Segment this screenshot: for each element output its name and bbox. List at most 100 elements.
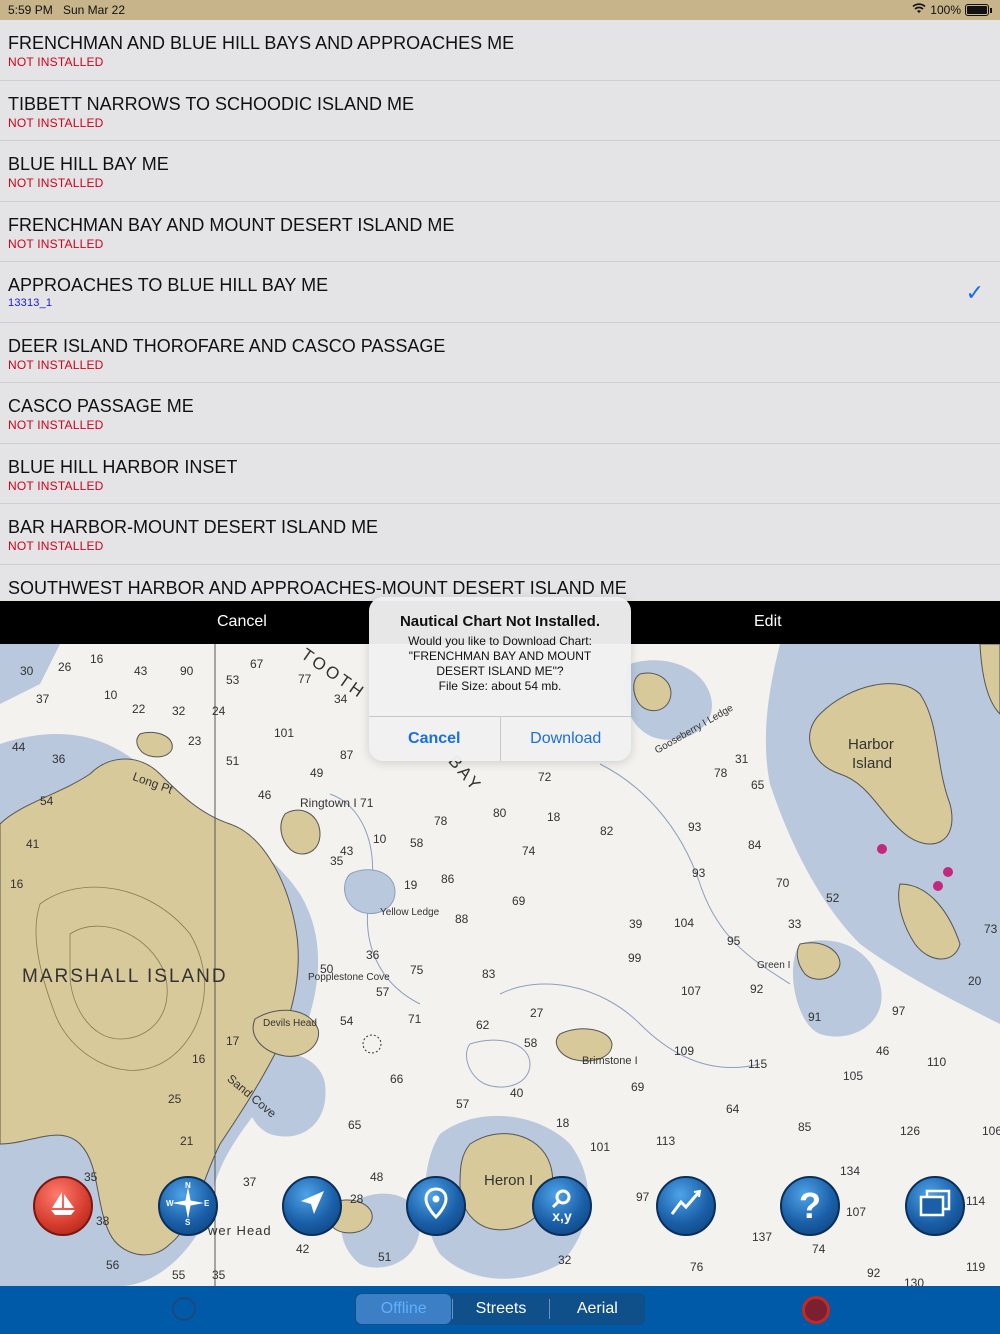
map-pin-icon	[424, 1186, 448, 1226]
chart-title: BLUE HILL BAY ME	[8, 154, 169, 174]
status-date: Sun Mar 22	[63, 3, 126, 17]
depth-sounding: 18	[547, 810, 561, 824]
navigate-button[interactable]	[282, 1176, 342, 1236]
alert-message: Would you like to Download Chart: "FRENC…	[408, 634, 592, 693]
compass-button[interactable]: N S W E	[158, 1176, 218, 1236]
route-button[interactable]	[656, 1176, 716, 1236]
depth-sounding: 85	[798, 1120, 812, 1134]
cancel-button[interactable]: Cancel	[217, 613, 267, 631]
depth-sounding: 86	[441, 872, 455, 886]
depth-sounding: 101	[274, 726, 295, 740]
chart-title: CASCO PASSAGE ME	[8, 396, 194, 416]
map-label-island: Island	[852, 755, 893, 772]
depth-sounding: 27	[530, 1006, 544, 1020]
depth-sounding: 57	[456, 1097, 470, 1111]
chart-status: NOT INSTALLED	[8, 539, 104, 553]
depth-sounding: 65	[751, 778, 765, 792]
depth-sounding: 109	[674, 1044, 695, 1058]
windows-button[interactable]	[905, 1176, 965, 1236]
lifebuoy-icon[interactable]	[802, 1296, 830, 1324]
depth-sounding: 126	[900, 1124, 921, 1138]
depth-sounding: 92	[867, 1266, 881, 1280]
chart-row[interactable]: SOUTHWEST HARBOR AND APPROACHES-MOUNT DE…	[0, 565, 1000, 602]
chart-title: TIBBETT NARROWS TO SCHOODIC ISLAND ME	[8, 93, 415, 114]
depth-sounding: 37	[36, 692, 50, 706]
chart-status: NOT INSTALLED	[8, 115, 104, 130]
depth-sounding: 17	[226, 1034, 240, 1048]
svg-text:N: N	[185, 1181, 191, 1190]
depth-sounding: 92	[750, 982, 764, 996]
map-label-ringtown: Ringtown I 71	[300, 796, 374, 810]
depth-sounding: 58	[524, 1036, 538, 1050]
chart-row[interactable]: CASCO PASSAGE ME NOT INSTALLED	[0, 383, 1000, 444]
chart-status: NOT INSTALLED	[8, 176, 104, 190]
help-icon: ?	[799, 1185, 821, 1226]
depth-sounding: 93	[688, 820, 702, 834]
depth-sounding: 52	[826, 891, 840, 905]
segment-streets[interactable]: Streets	[453, 1293, 548, 1325]
depth-sounding: 69	[631, 1080, 645, 1094]
depth-sounding: 95	[727, 934, 741, 948]
depth-sounding: 57	[376, 985, 390, 999]
depth-sounding: 82	[600, 824, 614, 838]
menu-icon[interactable]	[172, 1297, 196, 1321]
depth-sounding: 44	[12, 740, 26, 754]
waypoint-button[interactable]	[406, 1176, 466, 1236]
depth-sounding: 33	[788, 917, 802, 931]
chart-title: DEER ISLAND THOROFARE AND CASCO PASSAGE	[8, 335, 446, 356]
depth-sounding: 54	[40, 794, 54, 808]
depth-sounding: 36	[366, 948, 380, 962]
map-label-yellow-ledge: Yellow Ledge	[380, 907, 440, 918]
depth-sounding: 51	[226, 754, 240, 768]
chart-row[interactable]: FRENCHMAN AND BLUE HILL BAYS AND APPROAC…	[0, 20, 1000, 81]
svg-text:W: W	[166, 1199, 174, 1208]
chart-row[interactable]: BAR HARBOR-MOUNT DESERT ISLAND ME NOT IN…	[0, 504, 1000, 565]
search-xy-button[interactable]: x,y	[532, 1176, 592, 1236]
depth-sounding: 10	[373, 832, 387, 846]
chart-row[interactable]: TIBBETT NARROWS TO SCHOODIC ISLAND ME NO…	[0, 81, 1000, 141]
depth-sounding: 46	[258, 788, 272, 802]
depth-sounding: 62	[476, 1018, 490, 1032]
map-label-brimstone: Brimstone I	[582, 1055, 638, 1067]
wifi-icon	[912, 3, 926, 17]
depth-sounding: 83	[482, 967, 496, 981]
depth-sounding: 35	[330, 854, 344, 868]
segment-offline[interactable]: Offline	[356, 1294, 452, 1324]
chart-row[interactable]: BLUE HILL BAY ME NOT INSTALLED	[0, 141, 1000, 202]
chart-row[interactable]: BLUE HILL HARBOR INSET NOT INSTALLED	[0, 444, 1000, 504]
boat-button[interactable]	[33, 1176, 93, 1236]
chart-row-selected[interactable]: APPROACHES TO BLUE HILL BAY ME 13313_1 ✓	[0, 262, 1000, 323]
help-button[interactable]: ?	[780, 1176, 840, 1236]
map-label-green-island: Green I	[757, 960, 791, 971]
map-label-marshall-island: MARSHALL ISLAND	[22, 966, 228, 987]
depth-sounding: 76	[690, 1260, 704, 1274]
map-label-devils-head: Devils Head	[263, 1018, 317, 1029]
boat-icon	[48, 1190, 78, 1223]
compass-icon: N S W E	[166, 1181, 210, 1232]
segment-aerial[interactable]: Aerial	[550, 1293, 645, 1325]
chart-title: APPROACHES TO BLUE HILL BAY ME	[8, 275, 329, 295]
depth-sounding: 130	[904, 1276, 925, 1286]
depth-sounding: 53	[226, 673, 240, 687]
depth-sounding: 56	[106, 1258, 120, 1272]
route-icon	[669, 1188, 703, 1225]
alert-download-button[interactable]: Download	[501, 717, 632, 761]
depth-sounding: 91	[808, 1010, 822, 1024]
chart-title: BAR HARBOR-MOUNT DESERT ISLAND ME	[8, 517, 379, 537]
depth-sounding: 46	[876, 1044, 890, 1058]
chart-list[interactable]: FRENCHMAN AND BLUE HILL BAYS AND APPROAC…	[0, 20, 1000, 601]
chart-row[interactable]: DEER ISLAND THOROFARE AND CASCO PASSAGE …	[0, 323, 1000, 383]
depth-sounding: 75	[410, 963, 424, 977]
depth-sounding: 113	[656, 1134, 676, 1148]
depth-sounding: 74	[522, 844, 536, 858]
depth-sounding: 110	[927, 1055, 947, 1069]
chart-status: NOT INSTALLED	[8, 478, 104, 493]
depth-sounding: 54	[340, 1014, 354, 1028]
alert-cancel-button[interactable]: Cancel	[369, 717, 501, 761]
download-chart-alert: Nautical Chart Not Installed. Would you …	[369, 597, 631, 761]
depth-sounding: 90	[180, 664, 194, 678]
map-tools: N S W E x,y ?	[0, 1168, 1000, 1248]
depth-sounding: 31	[735, 752, 749, 766]
chart-row[interactable]: FRENCHMAN BAY AND MOUNT DESERT ISLAND ME…	[0, 202, 1000, 262]
edit-button[interactable]: Edit	[754, 613, 782, 631]
